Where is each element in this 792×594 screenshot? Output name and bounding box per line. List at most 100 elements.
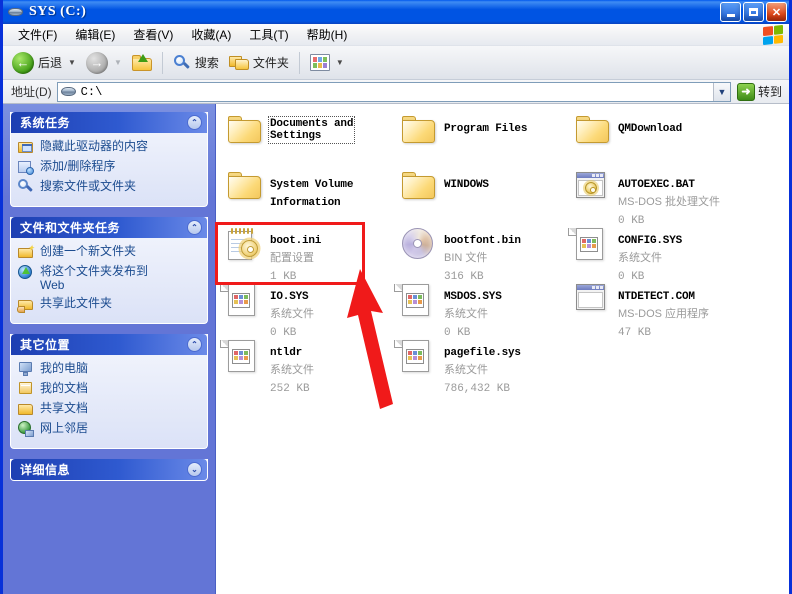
sidebar-item-my-computer[interactable]: 我的电脑 bbox=[18, 361, 202, 377]
sidebar-item-label: 隐藏此驱动器的内容 bbox=[40, 139, 149, 153]
sidebar-item-label: 搜索文件或文件夹 bbox=[40, 179, 137, 193]
menu-item-view[interactable]: 查看(V) bbox=[124, 24, 182, 45]
sidebar-item-hide-drive-contents[interactable]: 隐藏此驱动器的内容 bbox=[18, 139, 202, 155]
chevron-up-icon[interactable]: ⌃ bbox=[187, 220, 202, 235]
up-button[interactable] bbox=[127, 49, 157, 77]
panel-file-folder-tasks-body: ✦ 创建一个新文件夹 将这个文件夹发布到 Web 共享此文件夹 bbox=[11, 238, 207, 323]
menu-bar: 文件(F) 编辑(E) 查看(V) 收藏(A) 工具(T) 帮助(H) bbox=[3, 24, 789, 46]
window-controls: ✕ bbox=[720, 2, 787, 22]
forward-button[interactable]: → ▼ bbox=[81, 49, 127, 77]
views-dropdown-icon[interactable]: ▼ bbox=[336, 58, 344, 67]
folder-icon bbox=[576, 116, 610, 150]
close-button[interactable]: ✕ bbox=[766, 2, 787, 22]
toolbar-separator bbox=[161, 51, 163, 74]
title-bar: SYS (C:) ✕ bbox=[3, 0, 789, 24]
sidebar-item-my-documents[interactable]: 我的文档 bbox=[18, 381, 202, 397]
address-dropdown-icon[interactable]: ▼ bbox=[712, 82, 730, 101]
file-item-bootfont-bin[interactable]: bootfont.bin BIN 文件 316 KB bbox=[398, 224, 572, 283]
window-title: SYS (C:) bbox=[29, 4, 87, 19]
panel-details: 详细信息 ⌄ bbox=[10, 459, 208, 481]
content-area: 系统任务 ⌃ 隐藏此驱动器的内容 添加/删除程序 搜索文件或文件夹 文件和文件夹… bbox=[3, 104, 789, 594]
file-name: MSDOS.SYS bbox=[444, 291, 502, 303]
chevron-up-icon[interactable]: ⌃ bbox=[187, 337, 202, 352]
file-type: 系统文件 bbox=[618, 252, 662, 264]
sidebar-item-publish-to-web[interactable]: 将这个文件夹发布到 Web bbox=[18, 264, 202, 292]
search-icon bbox=[173, 54, 191, 72]
sidebar-item-create-new-folder[interactable]: ✦ 创建一个新文件夹 bbox=[18, 244, 202, 260]
file-item-ntdetect-com[interactable]: NTDETECT.COM MS-DOS 应用程序 47 KB bbox=[572, 280, 762, 339]
file-name: WINDOWS bbox=[444, 179, 489, 191]
file-name: Program Files bbox=[444, 123, 528, 135]
menu-item-help[interactable]: 帮助(H) bbox=[298, 24, 357, 45]
panel-system-tasks-header[interactable]: 系统任务 ⌃ bbox=[11, 112, 207, 133]
sidebar-item-label: 共享此文件夹 bbox=[40, 296, 113, 310]
file-item-pagefile-sys[interactable]: pagefile.sys 系统文件 786,432 KB bbox=[394, 336, 572, 395]
go-arrow-icon: ➜ bbox=[736, 82, 755, 101]
file-item-windows[interactable]: WINDOWS bbox=[398, 168, 572, 224]
file-list[interactable]: Documents and Settings System Volume Inf… bbox=[215, 104, 789, 594]
search-button[interactable]: 搜索 bbox=[168, 49, 224, 77]
address-input[interactable]: C:\ ▼ bbox=[56, 81, 731, 102]
folder-icon bbox=[402, 116, 436, 150]
file-type: MS-DOS 批处理文件 bbox=[618, 196, 721, 208]
file-name: ntldr bbox=[270, 347, 303, 359]
menu-item-favorites[interactable]: 收藏(A) bbox=[182, 24, 240, 45]
panel-other-places-title: 其它位置 bbox=[20, 338, 71, 352]
menu-item-edit[interactable]: 编辑(E) bbox=[66, 24, 124, 45]
file-item-msdos-sys[interactable]: MSDOS.SYS 系统文件 0 KB bbox=[394, 280, 572, 339]
folder-icon bbox=[228, 172, 262, 206]
file-column-3: QMDownload AUTOEXEC.BAT MS-DOS 批处理文件 0 K… bbox=[568, 112, 762, 392]
file-item-config-sys[interactable]: CONFIG.SYS 系统文件 0 KB bbox=[568, 224, 762, 283]
folder-icon bbox=[402, 172, 436, 206]
back-dropdown-icon[interactable]: ▼ bbox=[68, 58, 76, 67]
address-value: C:\ bbox=[80, 84, 103, 99]
publish-web-icon bbox=[18, 264, 34, 280]
sidebar-item-network-places[interactable]: 网上邻居 bbox=[18, 421, 202, 437]
explorer-window: SYS (C:) ✕ 文件(F) 编辑(E) 查看(V) 收藏(A) 工具(T)… bbox=[0, 0, 792, 594]
sidebar-item-shared-documents[interactable]: 共享文档 bbox=[18, 401, 202, 417]
back-button[interactable]: ← 后退 ▼ bbox=[7, 49, 81, 77]
file-item-system-volume-information[interactable]: System Volume Information bbox=[224, 168, 398, 224]
task-pane: 系统任务 ⌃ 隐藏此驱动器的内容 添加/删除程序 搜索文件或文件夹 文件和文件夹… bbox=[3, 104, 216, 594]
file-column-2: Program Files WINDOWS bootfont.bin BIN 文… bbox=[394, 112, 572, 395]
drive-icon bbox=[7, 4, 25, 20]
folders-button[interactable]: 文件夹 bbox=[224, 49, 294, 77]
system-file-icon bbox=[568, 228, 610, 262]
go-button[interactable]: ➜ 转到 bbox=[736, 82, 786, 101]
file-type: 配置设置 bbox=[270, 252, 314, 264]
panel-details-header[interactable]: 详细信息 ⌄ bbox=[11, 459, 207, 480]
folder-window-icon bbox=[18, 139, 34, 155]
panel-file-folder-tasks-header[interactable]: 文件和文件夹任务 ⌃ bbox=[11, 217, 207, 238]
file-name: boot.ini bbox=[270, 235, 322, 247]
panel-other-places-header[interactable]: 其它位置 ⌃ bbox=[11, 334, 207, 355]
sidebar-item-share-folder[interactable]: 共享此文件夹 bbox=[17, 296, 202, 313]
file-item-program-files[interactable]: Program Files bbox=[398, 112, 572, 168]
panel-details-title: 详细信息 bbox=[20, 463, 71, 477]
file-size: 47 KB bbox=[618, 327, 652, 339]
system-file-icon bbox=[394, 284, 436, 318]
file-item-autoexec-bat[interactable]: AUTOEXEC.BAT MS-DOS 批处理文件 0 KB bbox=[572, 168, 762, 227]
file-item-qmdownload[interactable]: QMDownload bbox=[572, 112, 762, 168]
views-button[interactable]: ▼ bbox=[305, 49, 349, 77]
file-item-ntldr[interactable]: ntldr 系统文件 252 KB bbox=[220, 336, 398, 395]
menu-item-file[interactable]: 文件(F) bbox=[9, 24, 66, 45]
search-label: 搜索 bbox=[194, 56, 219, 70]
sidebar-item-search-files[interactable]: 搜索文件或文件夹 bbox=[18, 179, 202, 195]
chevron-down-icon[interactable]: ⌄ bbox=[187, 462, 202, 477]
file-type: 系统文件 bbox=[270, 364, 314, 376]
sidebar-item-add-remove-programs[interactable]: 添加/删除程序 bbox=[18, 159, 202, 175]
minimize-button[interactable] bbox=[720, 2, 741, 22]
maximize-button[interactable] bbox=[743, 2, 764, 22]
system-file-icon bbox=[220, 284, 262, 318]
file-name: System Volume Information bbox=[270, 179, 354, 209]
file-item-boot-ini[interactable]: boot.ini 配置设置 1 KB bbox=[224, 224, 398, 283]
my-documents-icon bbox=[18, 381, 34, 397]
menu-item-tools[interactable]: 工具(T) bbox=[240, 24, 297, 45]
file-item-documents-and-settings[interactable]: Documents and Settings bbox=[224, 112, 398, 168]
go-label: 转到 bbox=[757, 85, 782, 99]
chevron-up-icon[interactable]: ⌃ bbox=[187, 115, 202, 130]
toolbar-separator-2 bbox=[298, 51, 300, 74]
sidebar-item-label: 将这个文件夹发布到 Web bbox=[40, 264, 149, 292]
file-item-io-sys[interactable]: IO.SYS 系统文件 0 KB bbox=[220, 280, 398, 339]
file-name: CONFIG.SYS bbox=[618, 235, 683, 247]
